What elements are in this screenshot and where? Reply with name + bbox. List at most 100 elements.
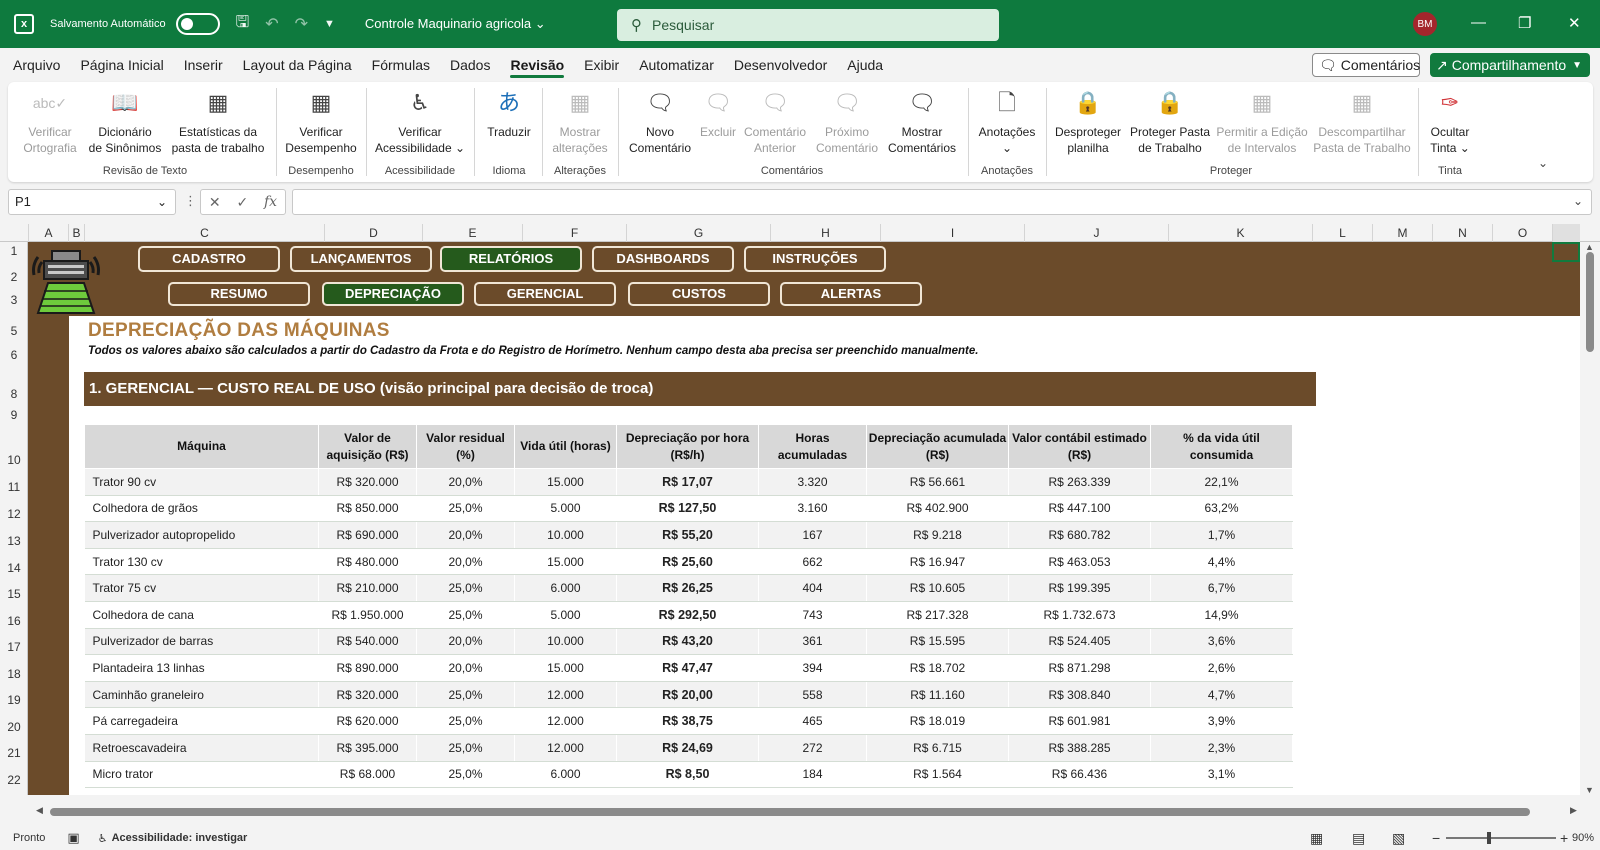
row-header[interactable]: 10: [0, 453, 28, 467]
menu-desenvolvedor[interactable]: Desenvolvedor: [724, 48, 837, 82]
table-cell[interactable]: R$ 25,60: [616, 548, 759, 576]
table-cell[interactable]: R$ 11.160: [866, 681, 1009, 709]
table-cell[interactable]: 6,7%: [1150, 574, 1293, 602]
autosave-toggle[interactable]: [175, 13, 220, 35]
previous-comment-button[interactable]: 🗨 Comentário Anterior: [740, 86, 810, 156]
select-all-corner[interactable]: [0, 224, 28, 242]
table-cell[interactable]: 3,9%: [1150, 707, 1293, 735]
table-cell[interactable]: 15.000: [514, 548, 617, 576]
check-performance-button[interactable]: ▦ Verificar Desempenho: [284, 86, 358, 156]
table-cell[interactable]: R$ 66.436: [1008, 761, 1151, 789]
table-cell[interactable]: R$ 524.405: [1008, 628, 1151, 656]
table-cell[interactable]: R$ 395.000: [318, 734, 417, 762]
table-cell[interactable]: 5.000: [514, 601, 617, 629]
row-header[interactable]: 1: [0, 244, 28, 258]
spelling-button[interactable]: abc✓ Verificar Ortografia: [22, 86, 78, 156]
menu-exibir[interactable]: Exibir: [574, 48, 629, 82]
column-header[interactable]: J: [1024, 224, 1168, 242]
selected-cell-p1[interactable]: [1552, 242, 1580, 262]
table-cell[interactable]: 5.000: [514, 495, 617, 523]
row-header[interactable]: 12: [0, 507, 28, 521]
column-header[interactable]: H: [770, 224, 880, 242]
check-accessibility-button[interactable]: ♿ Verificar Acessibilidade ⌄: [374, 86, 466, 156]
table-cell[interactable]: 3,1%: [1150, 761, 1293, 789]
column-header[interactable]: E: [422, 224, 522, 242]
table-cell[interactable]: R$ 47,47: [616, 654, 759, 682]
header-vida-consumida[interactable]: % da vida útil consumida: [1150, 424, 1293, 469]
table-cell[interactable]: R$ 1.564: [866, 761, 1009, 789]
column-header[interactable]: M: [1372, 224, 1432, 242]
table-cell[interactable]: R$ 890.000: [318, 654, 417, 682]
nav-custos[interactable]: CUSTOS: [628, 282, 770, 306]
table-cell[interactable]: Colhedora de grãos: [84, 495, 319, 523]
table-cell[interactable]: 25,0%: [416, 707, 515, 735]
table-cell[interactable]: R$ 447.100: [1008, 495, 1151, 523]
header-horas-acumuladas[interactable]: Horas acumuladas: [758, 424, 867, 469]
table-cell[interactable]: R$ 263.339: [1008, 468, 1151, 496]
row-header[interactable]: 3: [0, 293, 28, 307]
table-cell[interactable]: R$ 217.328: [866, 601, 1009, 629]
allow-edit-ranges-button[interactable]: ▦ Permitir a Edição de Intervalos: [1214, 86, 1310, 156]
row-header[interactable]: 14: [0, 561, 28, 575]
table-cell[interactable]: R$ 18.019: [866, 707, 1009, 735]
thesaurus-button[interactable]: 📖 Dicionário de Sinônimos: [86, 86, 164, 156]
table-cell[interactable]: 743: [758, 601, 867, 629]
customize-toolbar-icon[interactable]: ▼: [324, 18, 335, 30]
column-header-selected[interactable]: [1552, 224, 1580, 242]
scroll-right-icon[interactable]: ▶: [1570, 805, 1577, 816]
next-comment-button[interactable]: 🗨 Próximo Comentário: [812, 86, 882, 156]
table-cell[interactable]: R$ 320.000: [318, 468, 417, 496]
row-header[interactable]: 15: [0, 587, 28, 601]
table-cell[interactable]: R$ 308.840: [1008, 681, 1151, 709]
close-icon[interactable]: ✕: [1568, 14, 1581, 32]
row-header[interactable]: 20: [0, 720, 28, 734]
table-cell[interactable]: 361: [758, 628, 867, 656]
column-header[interactable]: B: [68, 224, 84, 242]
row-header[interactable]: 22: [0, 773, 28, 787]
table-cell[interactable]: R$ 15.595: [866, 628, 1009, 656]
search-box[interactable]: ⚲ Pesquisar: [617, 9, 999, 41]
row-header[interactable]: 21: [0, 746, 28, 760]
table-cell[interactable]: R$ 850.000: [318, 495, 417, 523]
redo-icon[interactable]: ↷: [295, 14, 308, 34]
translate-button[interactable]: あ Traduzir: [482, 86, 536, 140]
save-icon[interactable]: 🖫: [236, 11, 250, 38]
table-cell[interactable]: 25,0%: [416, 734, 515, 762]
table-cell[interactable]: Plantadeira 13 linhas: [84, 654, 319, 682]
table-cell[interactable]: R$ 540.000: [318, 628, 417, 656]
horizontal-scrollbar[interactable]: ◀ ▶: [0, 802, 1600, 822]
column-header[interactable]: G: [626, 224, 770, 242]
table-cell[interactable]: Pulverizador de barras: [84, 628, 319, 656]
menu-pagina-inicial[interactable]: Página Inicial: [70, 48, 173, 82]
more-options-icon[interactable]: ⋮: [184, 193, 197, 209]
table-cell[interactable]: R$ 127,50: [616, 495, 759, 523]
table-cell[interactable]: 3.160: [758, 495, 867, 523]
delete-comment-button[interactable]: 🗨 Excluir: [698, 86, 738, 140]
new-comment-button[interactable]: 🗨 Novo Comentário: [624, 86, 696, 156]
menu-dados[interactable]: Dados: [440, 48, 500, 82]
nav-depreciacao[interactable]: DEPRECIAÇÃO: [322, 282, 464, 306]
scroll-down-icon[interactable]: ▼: [1585, 785, 1594, 795]
nav-lancamentos[interactable]: LANÇAMENTOS: [290, 246, 432, 272]
table-cell[interactable]: Trator 75 cv: [84, 574, 319, 602]
table-cell[interactable]: 167: [758, 521, 867, 549]
share-button[interactable]: ↗ Compartilhamento ▼: [1430, 53, 1590, 77]
column-header[interactable]: A: [28, 224, 68, 242]
row-header[interactable]: 18: [0, 667, 28, 681]
formula-input[interactable]: ⌄: [292, 189, 1592, 215]
row-header[interactable]: 2: [0, 270, 28, 284]
header-depreciacao-acumulada[interactable]: Depreciação acumulada (R$): [866, 424, 1009, 469]
table-cell[interactable]: 20,0%: [416, 654, 515, 682]
table-cell[interactable]: R$ 871.298: [1008, 654, 1151, 682]
restore-icon[interactable]: ❐: [1518, 14, 1531, 32]
show-comments-button[interactable]: 🗨 Mostrar Comentários: [884, 86, 960, 156]
table-cell[interactable]: 20,0%: [416, 628, 515, 656]
table-cell[interactable]: 25,0%: [416, 761, 515, 789]
table-cell[interactable]: R$ 320.000: [318, 681, 417, 709]
table-cell[interactable]: 12.000: [514, 681, 617, 709]
table-cell[interactable]: R$ 292,50: [616, 601, 759, 629]
unprotect-sheet-button[interactable]: 🔒 Desproteger planilha: [1050, 86, 1126, 156]
zoom-level[interactable]: 90%: [1572, 832, 1594, 844]
row-header[interactable]: 11: [0, 480, 28, 494]
nav-gerencial[interactable]: GERENCIAL: [474, 282, 616, 306]
